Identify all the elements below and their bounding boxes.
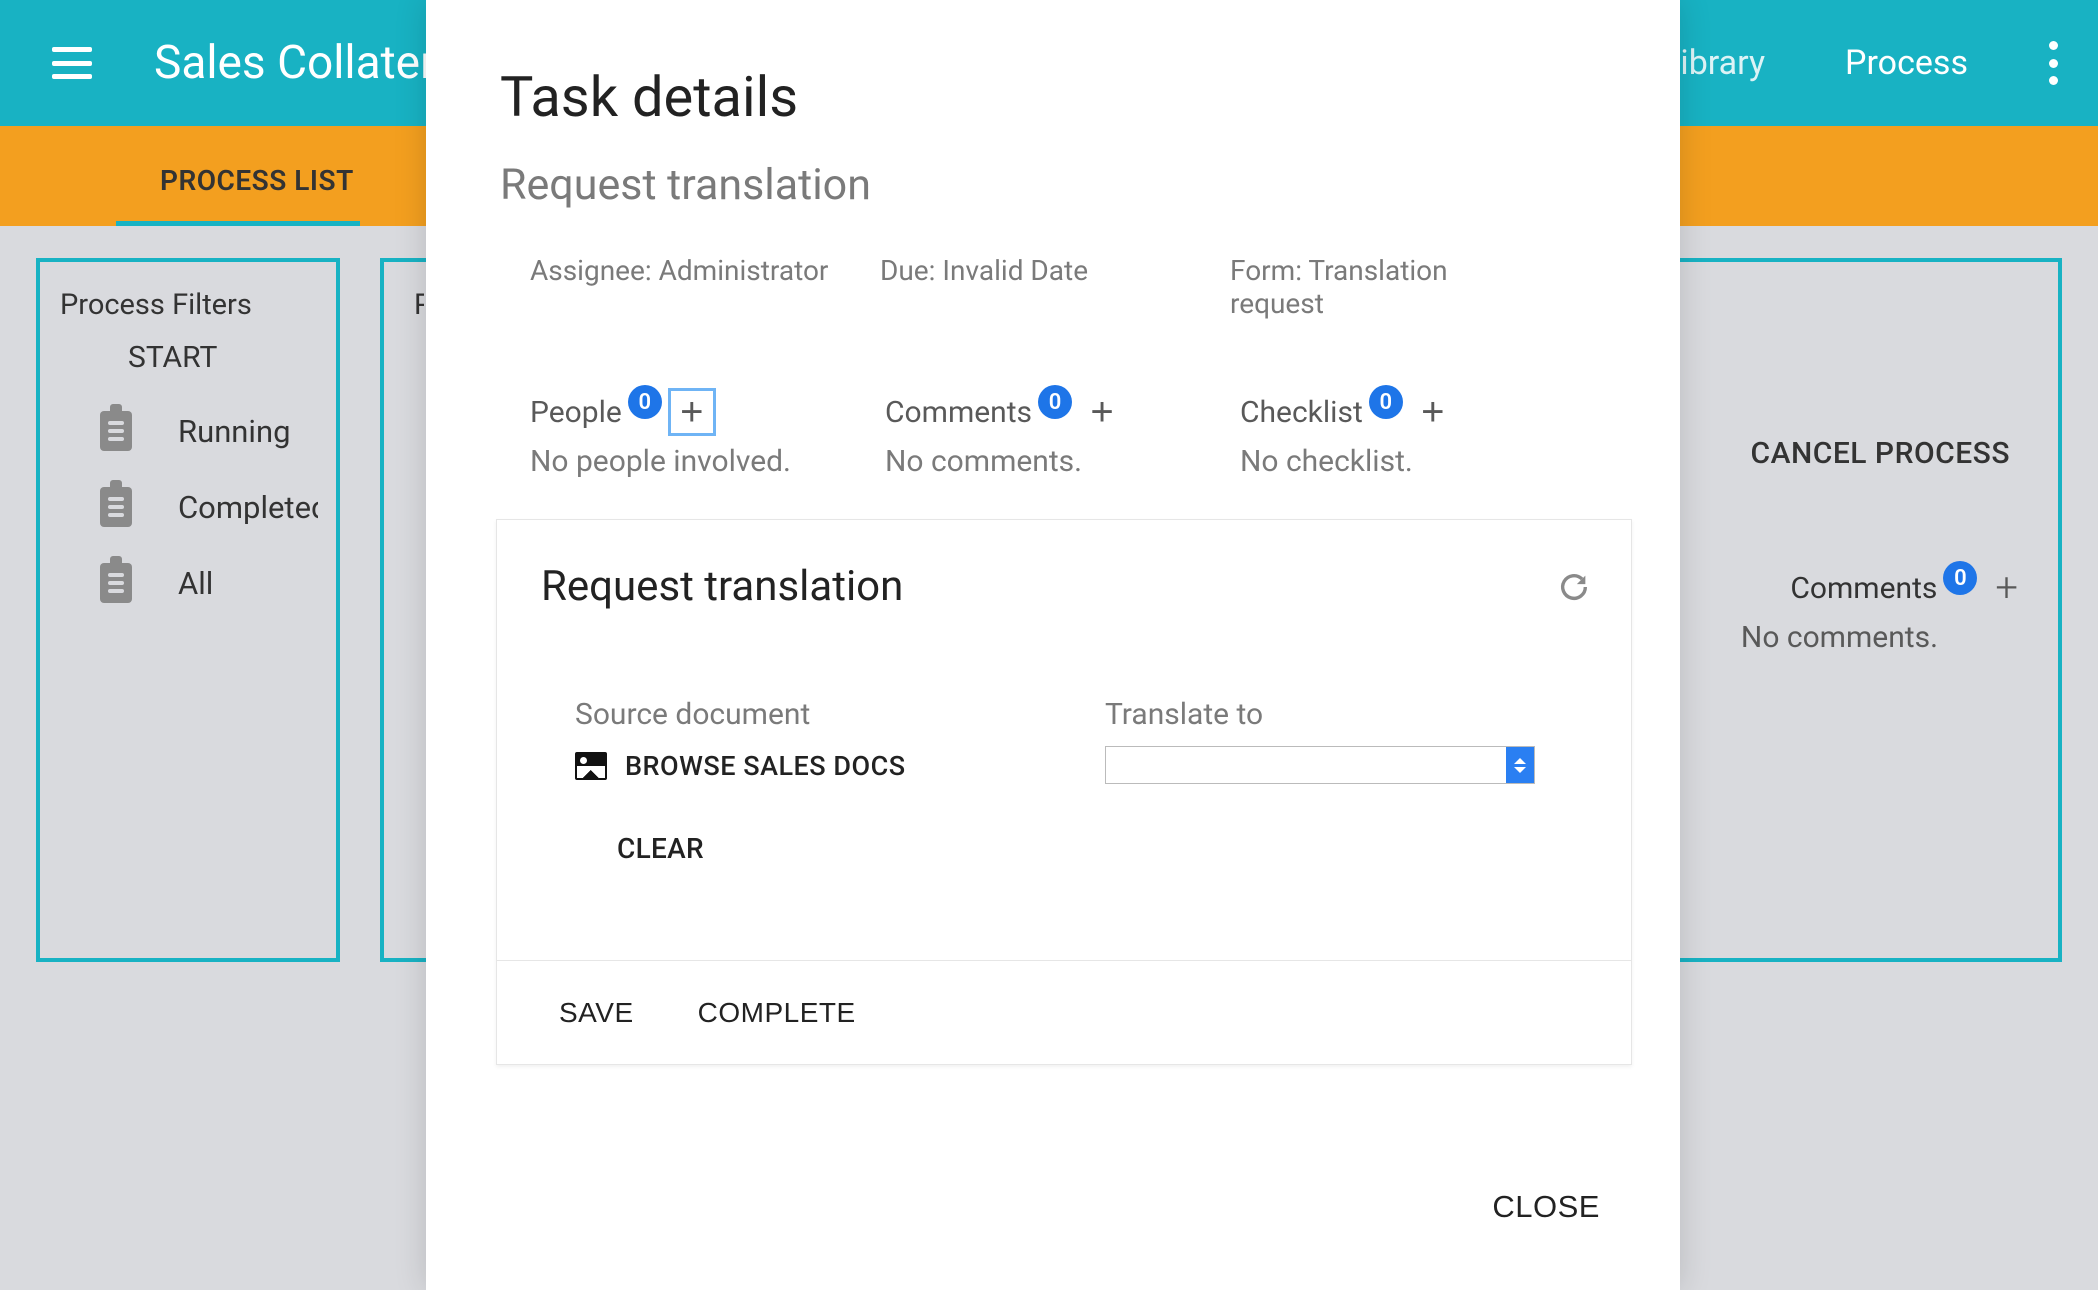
- people-label: People: [530, 395, 622, 430]
- detail-comments-count: 0: [1943, 561, 1977, 595]
- filter-all[interactable]: All: [40, 527, 336, 603]
- detail-comments-label: Comments: [1790, 571, 1937, 606]
- filter-completed-label: Completed: [178, 489, 318, 526]
- task-details-modal: Task details Request translation Assigne…: [426, 0, 1680, 1290]
- form-footer: SAVE COMPLETE: [497, 960, 1631, 1064]
- cancel-process-button[interactable]: CANCEL PROCESS: [1750, 436, 2010, 471]
- add-comment-button[interactable]: +: [1078, 388, 1126, 436]
- left-filter-card: Process Filters START Running Completed …: [36, 258, 340, 962]
- translate-to-label: Translate to: [1105, 697, 1575, 732]
- modal-title: Task details: [426, 0, 1680, 130]
- form-card-title: Request translation: [497, 520, 1631, 611]
- source-document-label: Source document: [575, 697, 1045, 732]
- complete-button[interactable]: COMPLETE: [698, 997, 856, 1029]
- checklist-count: 0: [1369, 385, 1403, 419]
- translate-to-select[interactable]: [1105, 746, 1535, 784]
- form-label: Form:: [1230, 254, 1302, 287]
- people-count: 0: [628, 385, 662, 419]
- detail-comments-add-icon[interactable]: +: [1995, 568, 2018, 608]
- browse-sales-docs-button[interactable]: BROWSE SALES DOCS: [575, 732, 1045, 782]
- modal-meta-row: Assignee: Administrator Due: Invalid Dat…: [426, 210, 1680, 320]
- reload-icon[interactable]: [1557, 570, 1591, 604]
- comments-label: Comments: [885, 395, 1032, 430]
- source-document-field: Source document BROWSE SALES DOCS CLEAR: [575, 697, 1045, 865]
- modal-subtitle: Request translation: [426, 130, 1680, 210]
- filter-completed[interactable]: Completed: [40, 451, 336, 527]
- nav-process[interactable]: Process: [1845, 43, 1968, 83]
- due-value: Invalid Date: [942, 254, 1088, 287]
- close-button[interactable]: CLOSE: [1486, 1188, 1606, 1226]
- topbar-right: Library Process: [1662, 0, 2058, 126]
- tab-underline: [116, 221, 360, 226]
- add-checklist-button[interactable]: +: [1409, 388, 1457, 436]
- add-people-button[interactable]: +: [668, 388, 716, 436]
- comments-section: Comments 0 + No comments.: [885, 388, 1240, 479]
- image-icon: [575, 752, 607, 780]
- checklist-section: Checklist 0 + No checklist.: [1240, 388, 1595, 479]
- assignee-value: Administrator: [659, 254, 829, 287]
- translate-to-field: Translate to: [1105, 697, 1575, 865]
- form-card: Request translation Source document BROW…: [496, 519, 1632, 1065]
- menu-icon[interactable]: [52, 47, 92, 79]
- people-empty: No people involved.: [530, 436, 885, 479]
- filters-title: Process Filters: [40, 262, 336, 322]
- assignee-label: Assignee:: [530, 254, 652, 287]
- filters-sub: START: [40, 322, 336, 375]
- detail-comments-header: Comments 0 +: [1790, 568, 2018, 608]
- tab-process-list[interactable]: PROCESS LIST: [160, 164, 354, 197]
- checklist-label: Checklist: [1240, 395, 1363, 430]
- filter-running-label: Running: [178, 413, 318, 450]
- filter-running[interactable]: Running: [40, 375, 336, 451]
- comments-count: 0: [1038, 385, 1072, 419]
- process-list-title: Processes: [384, 262, 424, 322]
- browse-label: BROWSE SALES DOCS: [625, 750, 906, 782]
- select-stepper-icon: [1506, 747, 1534, 783]
- people-section: People 0 + No people involved.: [530, 388, 885, 479]
- clipboard-icon: [100, 411, 132, 451]
- clipboard-icon: [100, 563, 132, 603]
- filter-all-label: All: [178, 565, 213, 602]
- app-title: Sales Collateral: [154, 36, 471, 90]
- save-button[interactable]: SAVE: [559, 997, 634, 1029]
- detail-no-comments: No comments.: [1741, 620, 1938, 655]
- comments-empty: No comments.: [885, 436, 1240, 479]
- modal-sections: People 0 + No people involved. Comments …: [426, 320, 1680, 479]
- kebab-icon[interactable]: [2048, 41, 2058, 85]
- clipboard-icon: [100, 487, 132, 527]
- due-label: Due:: [880, 254, 935, 287]
- clear-button[interactable]: CLEAR: [575, 782, 1045, 865]
- checklist-empty: No checklist.: [1240, 436, 1595, 479]
